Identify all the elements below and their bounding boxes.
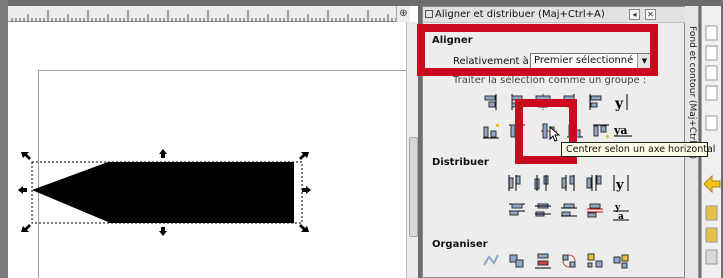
unclump-objects-icon[interactable] xyxy=(611,251,631,271)
align-icon xyxy=(425,10,433,18)
svg-text:y: y xyxy=(614,96,624,112)
distribute-baselines-horizontal-icon[interactable]: y xyxy=(611,173,631,193)
dialog-titlebar: Aligner et distribuer (Maj+Ctrl+A) ◂ ✕ xyxy=(423,7,686,23)
exchange-clockwise-icon[interactable] xyxy=(559,251,579,271)
distribute-bottom-edges-icon[interactable] xyxy=(559,201,579,221)
close-button[interactable]: ✕ xyxy=(645,9,656,20)
distribute-right-edges-icon[interactable] xyxy=(559,173,579,193)
tooltip: Centrer selon un axe horizontal xyxy=(561,142,715,157)
resize-handle-bottom xyxy=(159,227,167,236)
highlight-align-relative xyxy=(417,24,658,76)
treat-as-group-checkbox[interactable]: Traiter la sélection comme un groupe : xyxy=(453,75,646,86)
distribute-centers-vertical-icon[interactable] xyxy=(533,201,553,221)
distribute-vertical-gaps-icon[interactable] xyxy=(585,201,605,221)
drawing-layer xyxy=(18,149,311,236)
resize-handle-bottom-left xyxy=(21,224,31,232)
shape-triangle[interactable] xyxy=(32,162,108,222)
shape-rectangle[interactable] xyxy=(108,162,294,223)
align-right-edge-to-left-anchor-icon[interactable] xyxy=(481,92,501,112)
distribute-top-edges-icon[interactable] xyxy=(507,201,527,221)
arrange-heading: Organiser xyxy=(432,239,488,250)
distribute-horizontal-gaps-icon[interactable] xyxy=(585,173,605,193)
distribute-centers-horizontal-icon[interactable] xyxy=(533,173,553,193)
distribute-baselines-vertical-icon[interactable]: ya xyxy=(611,201,631,222)
distribute-heading: Distribuer xyxy=(432,157,489,168)
svg-text:y: y xyxy=(615,178,624,193)
fill-stroke-tab[interactable]: Fond et contour (Maj+Ctrl+F) xyxy=(687,26,697,159)
resize-handle-top xyxy=(159,149,167,158)
mouse-cursor-icon xyxy=(549,126,561,142)
resize-handle-top-right xyxy=(299,152,309,160)
align-left-edge-to-right-anchor-icon[interactable] xyxy=(585,92,605,112)
resize-handle-right xyxy=(302,186,311,194)
distribute-left-edges-icon[interactable] xyxy=(507,173,527,193)
align-bottom-edge-to-top-anchor-icon[interactable] xyxy=(481,121,501,141)
align-text-baseline-horizontal-icon[interactable]: ya xyxy=(613,121,633,141)
exchange-z-order-icon[interactable] xyxy=(533,251,553,271)
svg-text:ya: ya xyxy=(613,124,628,137)
dialog-title: Aligner et distribuer (Maj+Ctrl+A) xyxy=(435,9,605,20)
exchange-positions-icon[interactable] xyxy=(507,251,527,271)
resize-handle-top-left xyxy=(21,152,31,160)
rearrange-graph-icon[interactable] xyxy=(481,251,501,271)
right-toolbar-strip xyxy=(699,0,723,278)
align-text-baseline-vertical-icon[interactable]: y xyxy=(611,92,631,112)
resize-handle-bottom-right xyxy=(299,224,309,232)
randomize-positions-icon[interactable] xyxy=(585,251,605,271)
iconify-button[interactable]: ◂ xyxy=(629,9,640,20)
align-top-edge-to-bottom-anchor-icon[interactable] xyxy=(591,121,611,141)
resize-handle-left xyxy=(18,186,27,194)
